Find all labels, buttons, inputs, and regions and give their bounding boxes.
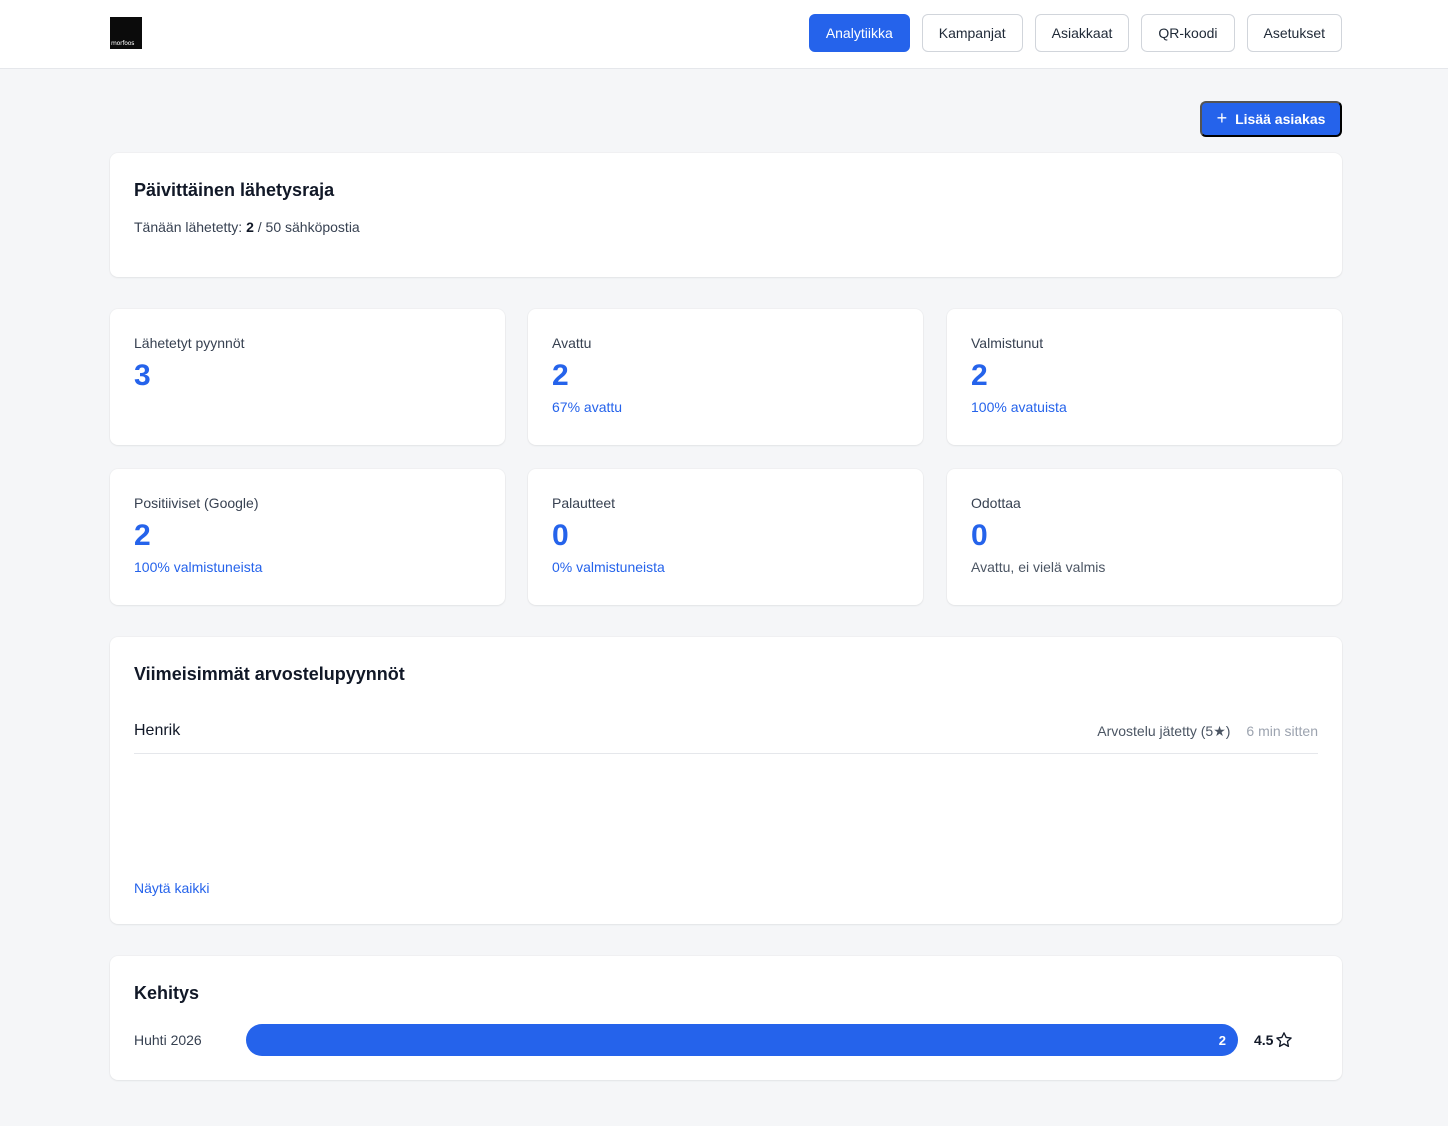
recent-requests-title: Viimeisimmät arvostelupyynnöt bbox=[134, 664, 405, 684]
stat-card-pending: Odottaa 0 Avattu, ei vielä valmis bbox=[947, 469, 1342, 605]
stat-card-feedback: Palautteet 0 0% valmistuneista bbox=[528, 469, 923, 605]
star-outline-icon bbox=[1276, 1032, 1293, 1048]
nav-customers[interactable]: Asiakkaat bbox=[1034, 14, 1130, 52]
daily-limit-card: Päivittäinen lähetysraja Tänään lähetett… bbox=[110, 153, 1342, 277]
daily-limit-sent: 2 bbox=[246, 219, 254, 235]
nav-qr-code[interactable]: QR-koodi bbox=[1141, 14, 1235, 52]
recent-requests-card: Viimeisimmät arvostelupyynnöt Henrik Arv… bbox=[110, 637, 1342, 924]
trend-card: Kehitys Huhti 2026 2 4.5 bbox=[110, 956, 1342, 1080]
stat-value: 0 bbox=[971, 519, 988, 552]
stat-label: Lähetetyt pyynnöt bbox=[134, 335, 245, 351]
stat-value: 2 bbox=[971, 359, 988, 392]
stat-subtext: 0% valmistuneista bbox=[552, 559, 665, 575]
brand-logo[interactable]: morfoos bbox=[110, 17, 142, 49]
stat-card-sent: Lähetetyt pyynnöt 3 bbox=[110, 309, 505, 445]
stat-card-positive-google: Positiiviset (Google) 2 100% valmistunei… bbox=[110, 469, 505, 605]
stat-label: Odottaa bbox=[971, 495, 1021, 511]
request-meta: Arvostelu jätetty (5★) 6 min sitten bbox=[1097, 723, 1318, 740]
add-customer-button[interactable]: + Lisää asiakas bbox=[1200, 101, 1342, 137]
daily-limit-prefix: Tänään lähetetty: bbox=[134, 219, 247, 235]
nav-campaigns[interactable]: Kampanjat bbox=[921, 14, 1023, 52]
main-nav: Analytiikka Kampanjat Asiakkaat QR-koodi… bbox=[808, 14, 1342, 52]
stat-label: Avattu bbox=[552, 335, 592, 351]
daily-limit-suffix: / 50 sähköpostia bbox=[253, 219, 360, 235]
stat-label: Palautteet bbox=[552, 495, 616, 511]
trend-row: Huhti 2026 2 4.5 bbox=[134, 1024, 1294, 1056]
stat-value: 0 bbox=[552, 519, 569, 552]
stat-label: Valmistunut bbox=[971, 335, 1044, 351]
request-time: 6 min sitten bbox=[1246, 722, 1318, 739]
trend-bar-fill: 2 bbox=[246, 1024, 1238, 1056]
brand-logo-text: morfoos bbox=[111, 40, 135, 47]
stat-subtext: Avattu, ei vielä valmis bbox=[971, 559, 1106, 575]
stat-card-completed: Valmistunut 2 100% avatuista bbox=[947, 309, 1342, 445]
stat-value: 2 bbox=[552, 359, 569, 392]
stat-value: 2 bbox=[134, 519, 151, 552]
stat-subtext: 100% avatuista bbox=[971, 399, 1067, 415]
stat-subtext: 67% avattu bbox=[552, 399, 623, 415]
trend-title: Kehitys bbox=[134, 983, 200, 1003]
stat-label: Positiiviset (Google) bbox=[134, 495, 259, 511]
list-item[interactable]: Henrik Arvostelu jätetty (5★) 6 min sitt… bbox=[134, 709, 1318, 754]
request-customer-name: Henrik bbox=[134, 722, 181, 739]
top-bar: morfoos Analytiikka Kampanjat Asiakkaat … bbox=[0, 0, 1448, 69]
trend-bar-track: 2 bbox=[246, 1024, 1238, 1056]
daily-limit-text: Tänään lähetetty: 2 / 50 sähköpostia bbox=[134, 219, 1318, 235]
stat-card-opened: Avattu 2 67% avattu bbox=[528, 309, 923, 445]
request-status: Arvostelu jätetty (5★) bbox=[1097, 722, 1231, 739]
plus-icon: + bbox=[1216, 108, 1228, 128]
trend-rating-value: 4.5 bbox=[1254, 1032, 1274, 1048]
trend-month: Huhti 2026 bbox=[134, 1032, 202, 1048]
show-all-link[interactable]: Näytä kaikki bbox=[134, 880, 209, 896]
trend-rating: 4.5 bbox=[1254, 1031, 1293, 1049]
stat-value: 3 bbox=[134, 359, 151, 392]
daily-limit-title: Päivittäinen lähetysraja bbox=[134, 180, 335, 200]
nav-settings[interactable]: Asetukset bbox=[1246, 14, 1342, 52]
add-customer-label: Lisää asiakas bbox=[1235, 111, 1326, 127]
nav-analytics[interactable]: Analytiikka bbox=[808, 14, 910, 52]
stat-subtext: 100% valmistuneista bbox=[134, 559, 263, 575]
